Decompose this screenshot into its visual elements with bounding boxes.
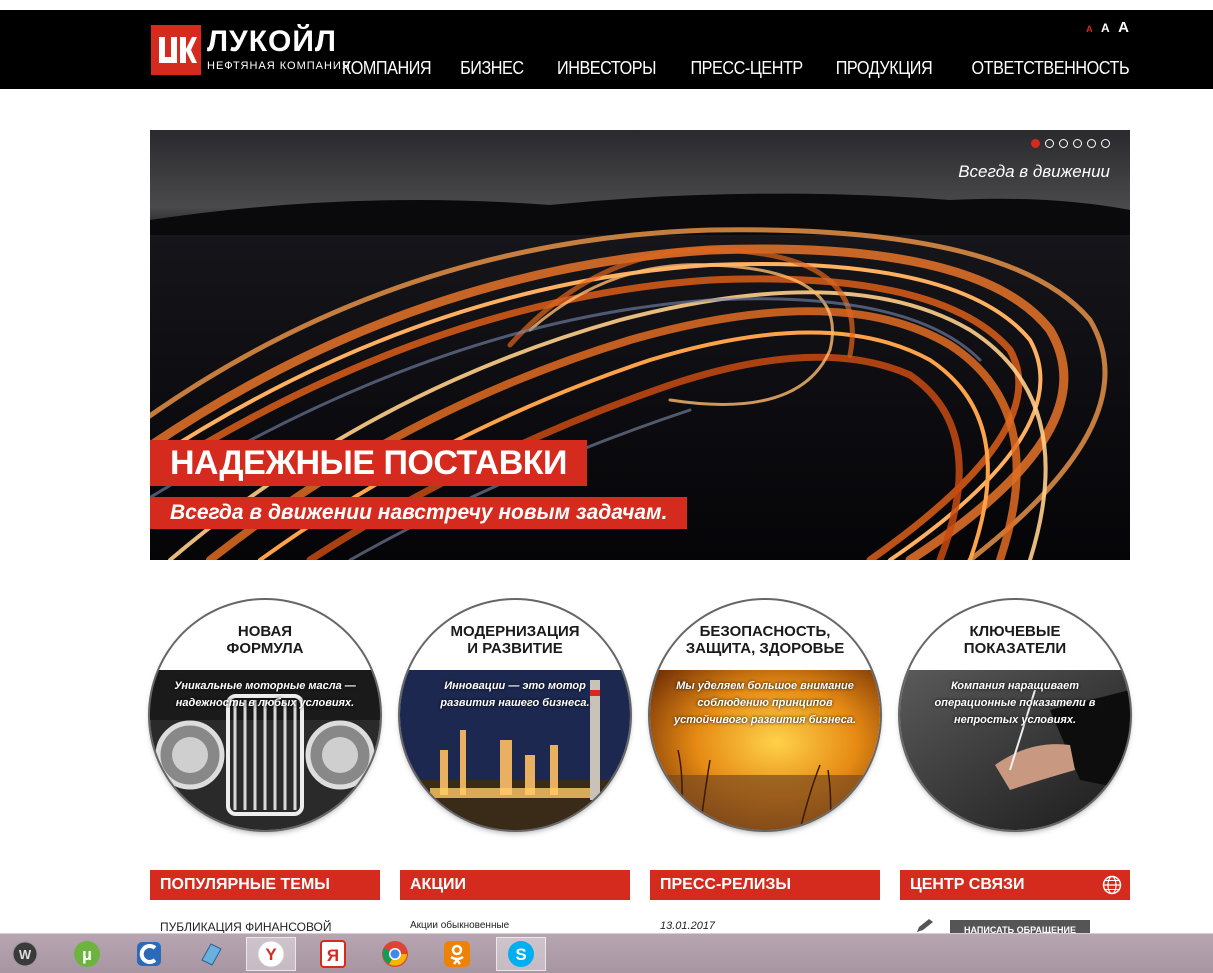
world-of-tanks-icon[interactable]: W [0,937,50,971]
nav-investors[interactable]: ИНВЕСТОРЫ [557,58,656,79]
windows-taskbar: W µ Y Я S [0,933,1213,973]
feature-circles: НОВАЯ ФОРМУЛА Уникальные моторные масла … [150,600,1130,835]
hero-title: НАДЕЖНЫЕ ПОСТАВКИ [150,440,587,486]
globe-icon [1102,875,1122,895]
yandex-icon[interactable]: Я [308,937,358,971]
circle-title-line: И РАЗВИТИЕ [467,640,563,657]
circle-title: КЛЮЧЕВЫЕ ПОКАЗАТЕЛИ [900,623,1130,657]
font-size-medium-button[interactable]: A [1101,21,1110,35]
circle-title-line: КЛЮЧЕВЫЕ [969,623,1061,640]
chrome-icon[interactable] [370,937,420,971]
font-size-small-button[interactable]: A [1086,24,1093,34]
top-gap [0,0,1213,10]
nav-press-center[interactable]: ПРЕСС-ЦЕНТР [690,58,803,79]
logo-text[interactable]: ЛУКОЙЛ НЕФТЯНАЯ КОМПАНИЯ [207,27,351,73]
popular-item-link[interactable]: ПУБЛИКАЦИЯ ФИНАНСОВОЙ [160,920,332,934]
circle-text: Мы уделяем большое внимание соблюдению п… [673,680,857,726]
circle-title: БЕЗОПАСНОСТЬ, ЗАЩИТА, ЗДОРОВЬЕ [650,623,880,657]
circle-title-line: БЕЗОПАСНОСТЬ, [699,623,831,640]
circle-title-line: МОДЕРНИЗАЦИЯ [450,623,580,640]
circle-new-formula[interactable]: НОВАЯ ФОРМУЛА Уникальные моторные масла … [150,600,380,830]
circle-safety[interactable]: БЕЗОПАСНОСТЬ, ЗАЩИТА, ЗДОРОВЬЕ Мы уделяе… [650,600,880,830]
slider-dot[interactable] [1045,139,1054,148]
shares-item-link[interactable]: Акции обыкновенные [410,920,509,931]
hero-slider[interactable]: Всегда в движении НАДЕЖНЫЕ ПОСТАВКИ Всег… [150,130,1130,560]
circle-title-line: НОВАЯ [237,623,293,640]
circle-text: Уникальные моторные масла — надежность в… [174,680,356,709]
section-title: АКЦИИ [410,876,467,893]
slider-dots [1031,139,1110,148]
circle-title: НОВАЯ ФОРМУЛА [150,623,380,657]
section-title: ПРЕСС-РЕЛИЗЫ [660,876,792,893]
section-title: ЦЕНТР СВЯЗИ [910,876,1025,893]
circle-key-indicators[interactable]: КЛЮЧЕВЫЕ ПОКАЗАТЕЛИ Компания наращивает … [900,600,1130,830]
yandex-browser-icon[interactable]: Y [246,937,296,971]
hero-subtitle: Всегда в движении навстречу новым задача… [150,497,688,529]
circle-text: Инновации — это мотор развития нашего би… [440,680,590,709]
circle-title-line: ПОКАЗАТЕЛИ [963,640,1067,657]
slider-dot[interactable] [1101,139,1110,148]
nav-business[interactable]: БИЗНЕС [460,58,524,79]
notepad-icon[interactable] [186,937,236,971]
section-popular[interactable]: ПОПУЛЯРНЫЕ ТЕМЫ [150,870,380,900]
slider-dot[interactable] [1031,139,1040,148]
hero-highway-image [150,130,1130,560]
pencil-icon [917,919,933,932]
logo-name: ЛУКОЙЛ [207,25,337,58]
font-size-switcher: A A A [1082,19,1129,37]
svg-text:Y: Y [265,945,277,964]
ok-icon[interactable] [432,937,482,971]
nav-responsibility[interactable]: ОТВЕТСТВЕННОСТЬ [971,58,1129,79]
circle-title-line: ЗАЩИТА, ЗДОРОВЬЕ [685,640,845,657]
ccleaner-icon[interactable] [124,937,174,971]
svg-text:W: W [19,947,32,962]
slider-dot[interactable] [1073,139,1082,148]
hero-tagline: Всегда в движении [958,162,1110,181]
section-title: ПОПУЛЯРНЫЕ ТЕМЫ [160,876,330,893]
press-date: 13.01.2017 [660,920,716,932]
site-header: ЛУКОЙЛ НЕФТЯНАЯ КОМПАНИЯ A A A КОМПАНИЯ … [0,10,1213,89]
svg-text:µ: µ [82,945,92,964]
svg-text:S: S [515,945,526,964]
circle-title-line: ФОРМУЛА [226,640,304,657]
slider-dot[interactable] [1059,139,1068,148]
svg-text:Я: Я [327,946,339,965]
skype-icon[interactable]: S [496,937,546,971]
section-press[interactable]: ПРЕСС-РЕЛИЗЫ [650,870,880,900]
main-nav: КОМПАНИЯ БИЗНЕС ИНВЕСТОРЫ ПРЕСС-ЦЕНТР ПР… [332,58,1129,79]
section-shares[interactable]: АКЦИИ [400,870,630,900]
font-size-large-button[interactable]: A [1118,19,1129,36]
circle-modernization[interactable]: МОДЕРНИЗАЦИЯ И РАЗВИТИЕ Инновации — это … [400,600,630,830]
circle-text: Компания наращивает операционные показат… [934,680,1096,726]
utorrent-icon[interactable]: µ [62,937,112,971]
section-contact[interactable]: ЦЕНТР СВЯЗИ [900,870,1130,900]
slider-dot[interactable] [1087,139,1096,148]
nav-products[interactable]: ПРОДУКЦИЯ [835,58,932,79]
logo-subtitle: НЕФТЯНАЯ КОМПАНИЯ [207,60,351,72]
circle-title: МОДЕРНИЗАЦИЯ И РАЗВИТИЕ [400,623,630,657]
lukoil-logo-icon[interactable] [151,25,201,75]
nav-company[interactable]: КОМПАНИЯ [342,58,432,79]
